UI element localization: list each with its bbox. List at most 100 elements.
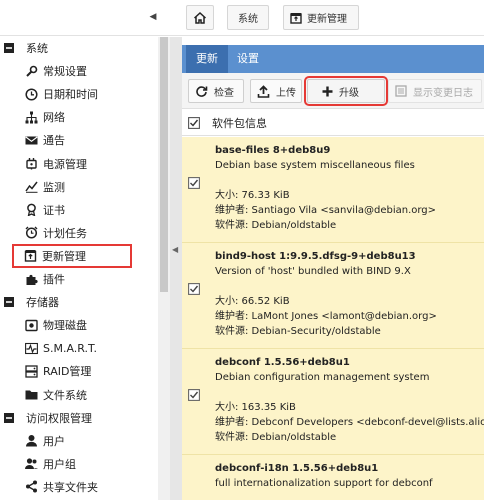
package-description: Debian base system miscellaneous files <box>215 160 415 171</box>
clock-icon <box>24 87 38 101</box>
share-icon <box>24 480 38 494</box>
minus-square-icon <box>4 411 14 425</box>
collapse-sidebar-arrow-icon[interactable]: ◀ <box>147 10 159 24</box>
sidebar-item-label: 用户 <box>43 434 65 448</box>
package-update-icon <box>23 249 37 263</box>
pulse-icon <box>24 341 38 355</box>
package-size: 大小: 76.33 KiB <box>215 190 290 201</box>
package-details: base-files 8+deb8u9 Debian base system mi… <box>215 143 484 233</box>
sidebar-item-15[interactable]: 文件系统 <box>0 384 158 406</box>
row-checkbox-icon[interactable] <box>188 177 200 189</box>
package-size: 大小: 66.52 KiB <box>215 296 290 307</box>
minus-square-icon <box>4 295 14 309</box>
sidebar-group-16[interactable]: 访问权限管理 <box>0 407 158 429</box>
package-details: bind9-host 1:9.9.5.dfsg-9+deb8u13 Version… <box>215 249 484 339</box>
package-list: base-files 8+deb8u9 Debian base system mi… <box>182 137 484 500</box>
tab-update[interactable]: 更新 <box>186 45 228 73</box>
sidebar-item-19[interactable]: 共享文件夹 <box>0 476 158 498</box>
row-checkbox-icon[interactable] <box>188 283 200 295</box>
package-info-column-header[interactable]: 软件包信息 <box>212 115 267 131</box>
sidebar-item-label: 计划任务 <box>43 226 87 240</box>
sidebar-item-17[interactable]: 用户 <box>0 430 158 452</box>
sidebar-item-label: 更新管理 <box>42 249 86 263</box>
upgrade-button[interactable]: 升级 <box>304 76 388 106</box>
row-checkbox-icon[interactable] <box>188 389 200 401</box>
sidebar-item-18[interactable]: 用户组 <box>0 453 158 475</box>
package-size: 大小: 163.35 KiB <box>215 402 296 413</box>
sidebar-item-label: 常规设置 <box>43 65 87 79</box>
plus-icon <box>322 86 333 97</box>
folder-icon <box>24 388 38 402</box>
package-maintainer: 维护者: Santiago Vila <sanvila@debian.org> <box>215 205 437 216</box>
sidebar-item-label: 网络 <box>43 111 65 125</box>
table-row[interactable]: debconf 1.5.56+deb8u1 Debian configuratio… <box>182 349 484 455</box>
show-changelog-button[interactable]: 显示变更日志 <box>388 79 482 103</box>
sidebar-item-label: 监测 <box>43 180 65 194</box>
sidebar-item-label: 文件系统 <box>43 388 87 402</box>
package-description: Version of 'host' bundled with BIND 9.X <box>215 266 411 277</box>
sidebar-item-4[interactable]: 通告 <box>0 129 158 151</box>
users-icon <box>24 457 38 471</box>
sidebar-item-label: 通告 <box>43 134 65 148</box>
package-details: debconf-i18n 1.5.56+deb8u1 full internati… <box>215 461 484 491</box>
splitter-collapse-icon[interactable]: ◀ <box>172 244 180 256</box>
sidebar-item-label: 系统 <box>26 42 48 55</box>
table-row[interactable]: debconf-i18n 1.5.56+deb8u1 full internati… <box>182 455 484 500</box>
sidebar-group-11[interactable]: 存储器 <box>0 291 158 313</box>
sidebar-item-10[interactable]: 插件 <box>0 268 158 290</box>
sidebar-item-12[interactable]: 物理磁盘 <box>0 314 158 336</box>
breadcrumb-update-management[interactable]: 更新管理 <box>283 5 359 30</box>
check-button[interactable]: 检查 <box>188 79 244 103</box>
package-description: full internationalization support for de… <box>215 478 433 489</box>
sidebar-item-label: RAID管理 <box>43 365 92 379</box>
sidebar-item-1[interactable]: 常规设置 <box>0 60 158 82</box>
sidebar-item-label: 存储器 <box>26 296 59 310</box>
sidebar-item-label: 电源管理 <box>43 157 87 171</box>
sidebar-item-9[interactable]: 更新管理 <box>12 243 132 268</box>
network-icon <box>24 110 38 124</box>
sidebar-item-3[interactable]: 网络 <box>0 106 158 128</box>
sidebar-item-7[interactable]: 证书 <box>0 199 158 221</box>
puzzle-icon <box>24 272 38 286</box>
check-label: 检查 <box>214 87 234 99</box>
sidebar-scrollbar-thumb[interactable] <box>160 37 168 292</box>
sidebar-item-5[interactable]: 电源管理 <box>0 153 158 175</box>
select-all-checkbox-icon[interactable] <box>188 116 200 129</box>
user-icon <box>24 434 38 448</box>
sidebar-item-14[interactable]: RAID管理 <box>0 360 158 382</box>
sidebar-item-label: 物理磁盘 <box>43 319 87 333</box>
wrench-icon <box>24 64 38 78</box>
sidebar-group-0[interactable]: 系统 <box>0 37 158 59</box>
sidebar-item-8[interactable]: 计划任务 <box>0 222 158 244</box>
table-header: 软件包信息 <box>182 110 484 136</box>
main-panel: 更新 设置 检查 上传 升级 显示变更日志 软件包信息 base-files 8… <box>182 37 484 500</box>
sidebar-item-label: 证书 <box>43 203 65 217</box>
home-button[interactable] <box>186 5 214 30</box>
package-maintainer: 维护者: Debconf Developers <debconf-devel@l… <box>215 417 484 428</box>
tab-settings[interactable]: 设置 <box>227 45 269 73</box>
sidebar-item-label: S.M.A.R.T. <box>43 341 97 355</box>
tab-bar: 更新 设置 <box>182 45 484 73</box>
sidebar-item-13[interactable]: S.M.A.R.T. <box>0 337 158 359</box>
package-name: base-files 8+deb8u9 <box>215 145 331 156</box>
package-source: 软件源: Debian/oldstable <box>215 432 337 443</box>
sidebar-item-6[interactable]: 监测 <box>0 176 158 198</box>
chart-line-icon <box>24 180 38 194</box>
package-name: bind9-host 1:9.9.5.dfsg-9+deb8u13 <box>215 251 416 262</box>
breadcrumb-update-label: 更新管理 <box>307 14 347 25</box>
document-list-icon <box>395 85 407 97</box>
home-icon <box>193 11 207 25</box>
sidebar-item-2[interactable]: 日期和时间 <box>0 83 158 105</box>
power-plug-icon <box>24 157 38 171</box>
breadcrumb-system[interactable]: 系统 <box>227 5 269 30</box>
package-description: Debian configuration management system <box>215 372 430 383</box>
sidebar-item-label: 用户组 <box>43 457 76 471</box>
upgrade-label: 升级 <box>339 87 359 99</box>
refresh-icon <box>195 85 208 98</box>
sidebar-splitter[interactable] <box>170 37 182 500</box>
table-row[interactable]: base-files 8+deb8u9 Debian base system mi… <box>182 137 484 243</box>
table-row[interactable]: bind9-host 1:9.9.5.dfsg-9+deb8u13 Version… <box>182 243 484 349</box>
upload-button[interactable]: 上传 <box>250 79 302 103</box>
